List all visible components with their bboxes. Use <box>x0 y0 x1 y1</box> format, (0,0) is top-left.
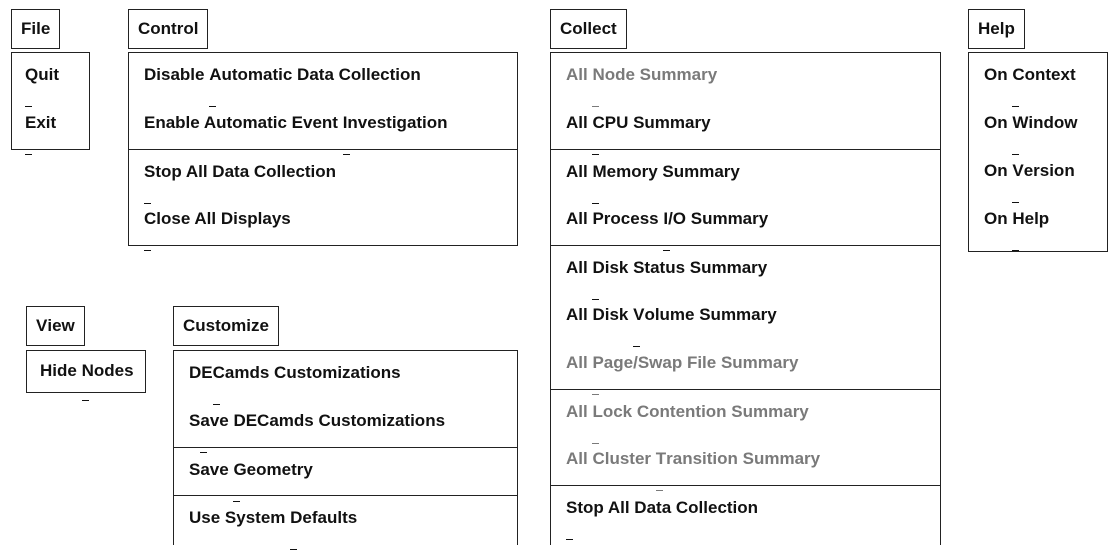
help-menu: On Context On Window On Version On Help <box>968 52 1108 252</box>
view-menu: Hide Nodes <box>26 350 146 401</box>
view-menu-title[interactable]: View <box>26 306 85 355</box>
customize-menu: DECamds Customizations Save DECamds Cust… <box>173 350 518 550</box>
menu-item-stop-all-data-collection[interactable]: Stop All Data Collection <box>129 149 517 204</box>
collect-menu: All Node Summary All CPU Summary All Mem… <box>550 52 941 545</box>
menu-item-all-lock-contention-summary: All Lock Contention Summary <box>551 389 940 444</box>
menu-item-decamds-customizations[interactable]: DECamds Customizations <box>174 351 517 405</box>
menu-item-save-geometry[interactable]: Save Geometry <box>174 447 517 502</box>
menu-item-quit[interactable]: Quit <box>12 53 89 107</box>
menu-item-all-cluster-transition-summary: All Cluster Transition Summary <box>551 437 940 491</box>
menu-item-all-memory-summary[interactable]: All Memory Summary <box>551 149 940 204</box>
help-menu-title[interactable]: Help <box>968 9 1025 58</box>
menu-item-all-disk-volume-summary[interactable]: All Disk Volume Summary <box>551 293 940 347</box>
menu-item-hide-nodes[interactable]: Hide Nodes <box>27 351 145 401</box>
menu-item-on-window[interactable]: On Window <box>969 101 1107 155</box>
menu-item-stop-all-data-collection[interactable]: Stop All Data Collection <box>551 485 940 540</box>
menu-item-on-help[interactable]: On Help <box>969 197 1107 251</box>
menu-item-close-all-displays[interactable]: Close All Displays <box>129 197 517 251</box>
menu-item-use-system-defaults[interactable]: Use System Defaults <box>174 495 517 550</box>
menu-item-enable-automatic-event-investigation[interactable]: Enable Automatic Event Investigation <box>129 101 517 155</box>
file-menu-title[interactable]: File <box>11 9 61 58</box>
menu-item-on-context[interactable]: On Context <box>969 53 1107 107</box>
file-menu: Quit Exit <box>11 52 90 155</box>
control-menu: Disable Automatic Data Collection Enable… <box>128 52 518 251</box>
menu-item-on-version[interactable]: On Version <box>969 149 1107 203</box>
menu-item-all-page-swap-file-summary: All Page/Swap File Summary <box>551 341 940 395</box>
menu-item-all-cpu-summary[interactable]: All CPU Summary <box>551 101 940 155</box>
menu-item-all-process-io-summary[interactable]: All Process I/O Summary <box>551 197 940 251</box>
control-menu-title[interactable]: Control <box>128 9 209 58</box>
menu-item-disable-automatic-data-collection[interactable]: Disable Automatic Data Collection <box>129 53 517 107</box>
collect-menu-title[interactable]: Collect <box>550 9 627 58</box>
menu-item-all-disk-status-summary[interactable]: All Disk Status Summary <box>551 245 940 300</box>
menu-item-exit[interactable]: Exit <box>12 101 89 155</box>
menu-item-save-decamds-customizations[interactable]: Save DECamds Customizations <box>174 399 517 453</box>
customize-menu-title[interactable]: Customize <box>173 306 279 355</box>
menu-item-all-node-summary: All Node Summary <box>551 53 940 107</box>
